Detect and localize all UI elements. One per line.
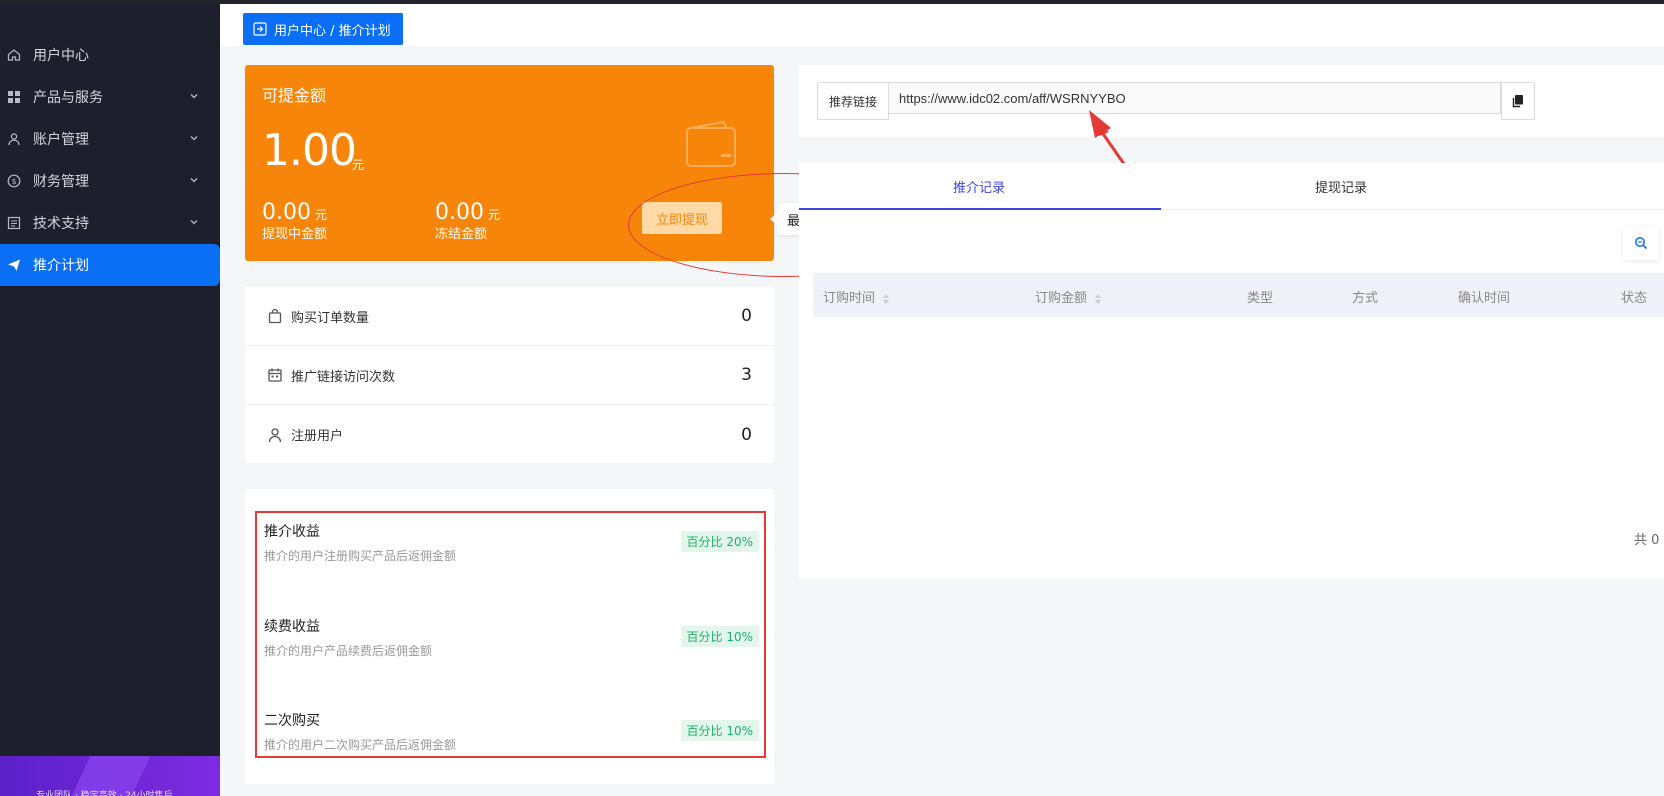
tab-withdraw-records[interactable]: 提现记录: [1161, 163, 1521, 210]
home-icon: [6, 47, 22, 63]
tab-underline: [799, 208, 1161, 210]
grid-icon: [6, 89, 22, 105]
stat-value: 3: [741, 365, 752, 385]
calendar-icon: [268, 368, 282, 382]
chevron-down-icon: [190, 220, 198, 225]
referral-link-group: 推荐链接: [817, 82, 1535, 120]
tab-referral-records[interactable]: 推介记录: [799, 163, 1159, 210]
stat-row-orders: 购买订单数量 0: [245, 287, 774, 346]
frozen-stat: 0.00 元 冻结金额: [435, 200, 500, 242]
send-icon: [6, 257, 22, 273]
breadcrumb-text: 用户中心 / 推介计划: [274, 23, 391, 39]
search-button[interactable]: [1623, 226, 1659, 260]
copy-button[interactable]: [1501, 82, 1535, 120]
document-icon: [6, 215, 22, 231]
sidebar-item-account[interactable]: 账户管理: [0, 118, 220, 160]
column-header-type: 类型: [1247, 291, 1274, 306]
commission-item: 推介收益 推介的用户注册购买产品后返佣金额 百分比 20%: [264, 521, 759, 564]
chevron-down-icon: [190, 136, 198, 141]
login-icon: [253, 22, 267, 36]
column-header-order-time[interactable]: 订购时间: [823, 287, 890, 306]
shopping-bag-icon: [268, 308, 282, 324]
frozen-label: 冻结金额: [435, 227, 488, 242]
sidebar-item-label: 用户中心: [33, 48, 89, 64]
annotation-box: 推介收益 推介的用户注册购买产品后返佣金额 百分比 20% 续费收益 推介的用户…: [255, 511, 766, 758]
withdrawing-stat: 0.00 元 提现中金额: [262, 200, 327, 242]
sort-icon: [1095, 293, 1102, 304]
commission-item: 续费收益 推介的用户产品续费后返佣金额 百分比 10%: [264, 616, 759, 659]
frozen-unit: 元: [487, 208, 500, 222]
withdrawing-label: 提现中金额: [262, 227, 328, 242]
sort-icon: [883, 293, 890, 304]
dollar-icon: $: [6, 173, 22, 189]
records-card: [799, 163, 1664, 579]
svg-text:$: $: [11, 177, 16, 186]
commission-badge: 百分比 20%: [680, 531, 759, 552]
sidebar-item-support[interactable]: 技术支持: [0, 202, 220, 244]
sidebar-item-finance[interactable]: $ 财务管理: [0, 160, 220, 202]
sidebar-item-user-center[interactable]: 用户中心: [0, 34, 220, 76]
user-icon: [6, 131, 22, 147]
sidebar-item-label: 技术支持: [33, 216, 89, 232]
copy-icon: [1512, 95, 1523, 108]
column-header-confirm-time: 确认时间: [1458, 291, 1511, 306]
withdrawing-unit: 元: [314, 208, 327, 222]
column-header-order-amount[interactable]: 订购金额: [1035, 287, 1102, 306]
chevron-down-icon: [190, 94, 198, 99]
breadcrumb[interactable]: 用户中心 / 推介计划: [243, 13, 403, 45]
sidebar-promo-banner[interactable]: 专业团队 · 稳定高效 · 24小时售后: [0, 756, 220, 796]
referral-link-input[interactable]: [889, 82, 1501, 114]
chevron-down-icon: [190, 178, 198, 183]
sidebar-item-label: 账户管理: [33, 132, 89, 148]
stat-value: 0: [741, 424, 752, 445]
table-header: 订购时间 订购金额 类型 方式 确认时间 状态: [813, 273, 1664, 317]
sidebar-item-products[interactable]: 产品与服务: [0, 76, 220, 118]
balance-amount: 1.00: [262, 125, 357, 176]
commission-badge: 百分比 10%: [680, 720, 759, 741]
records-tabs: 推介记录 提现记录: [799, 163, 1664, 210]
header-strip: [220, 4, 1664, 46]
sidebar-item-referral[interactable]: 推介计划: [0, 244, 220, 286]
stat-value: 0: [741, 306, 752, 326]
user-icon: [268, 427, 282, 442]
commission-badge: 百分比 10%: [680, 626, 759, 647]
stat-label: 推广链接访问次数: [291, 369, 396, 385]
balance-unit: 元: [352, 158, 365, 172]
column-header-method: 方式: [1352, 291, 1379, 306]
stat-row-visits: 推广链接访问次数 3: [245, 346, 774, 405]
withdrawing-value: 0.00: [262, 200, 311, 225]
stat-label: 注册用户: [291, 429, 344, 444]
column-header-status: 状态: [1621, 291, 1648, 306]
sidebar: 用户中心 产品与服务 账户管理 $ 财务管理 技术支持 推介计划 专业团队 · …: [0, 4, 220, 796]
promo-text: 专业团队 · 稳定高效 · 24小时售后: [36, 791, 173, 796]
commission-card: 推介收益 推介的用户注册购买产品后返佣金额 百分比 20% 续费收益 推介的用户…: [245, 489, 774, 784]
balance-title: 可提金额: [262, 86, 327, 105]
referral-link-label: 推荐链接: [817, 82, 889, 120]
wallet-icon: [686, 120, 736, 167]
stat-row-registered: 注册用户 0: [245, 405, 774, 464]
stat-label: 购买订单数量: [291, 310, 370, 326]
sidebar-item-label: 产品与服务: [33, 90, 103, 106]
frozen-value: 0.00: [435, 200, 484, 225]
pagination-total: 共 0: [1634, 533, 1660, 548]
sidebar-item-label: 推介计划: [33, 258, 89, 274]
commission-item: 二次购买 推介的用户二次购买产品后返佣金额 百分比 10%: [264, 710, 759, 753]
stats-card: 购买订单数量 0 推广链接访问次数 3 注册用户 0: [245, 287, 774, 463]
sidebar-item-label: 财务管理: [33, 174, 89, 190]
search-icon: [1635, 237, 1648, 250]
